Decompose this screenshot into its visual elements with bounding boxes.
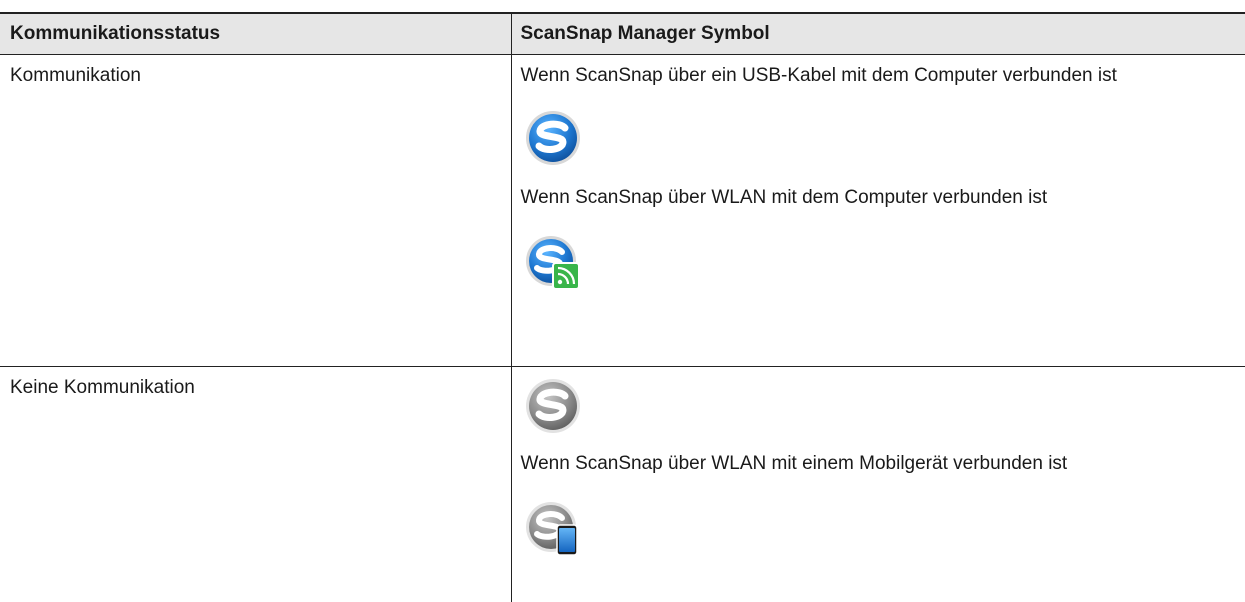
status-cell: Keine Kommunikation [0, 367, 511, 602]
table-row: Kommunikation Wenn ScanSnap über ein USB… [0, 55, 1245, 367]
table-header-row: Kommunikationsstatus ScanSnap Manager Sy… [0, 13, 1245, 55]
table-row: Keine Kommunikation [0, 367, 1245, 602]
status-label: Kommunikation [10, 64, 511, 88]
header-symbol: ScanSnap Manager Symbol [511, 13, 1245, 55]
scansnap-gray-mobile-icon [525, 501, 581, 557]
scansnap-gray-icon [525, 378, 581, 434]
symbol-table-container: Kommunikationsstatus ScanSnap Manager Sy… [0, 12, 1245, 602]
scansnap-blue-wifi-icon [525, 235, 581, 291]
symbol-cell: Wenn ScanSnap über ein USB-Kabel mit dem… [511, 55, 1245, 367]
entry-text: Wenn ScanSnap über ein USB-Kabel mit dem… [521, 64, 1236, 88]
status-label: Keine Kommunikation [10, 376, 511, 400]
symbol-cell: Wenn ScanSnap über WLAN mit einem Mobilg… [511, 367, 1245, 602]
status-symbol-table: Kommunikationsstatus ScanSnap Manager Sy… [0, 12, 1245, 602]
header-status: Kommunikationsstatus [0, 13, 511, 55]
status-cell: Kommunikation [0, 55, 511, 367]
entry-text: Wenn ScanSnap über WLAN mit einem Mobilg… [521, 452, 1245, 476]
entry-text: Wenn ScanSnap über WLAN mit dem Computer… [521, 186, 1245, 210]
scansnap-blue-icon [525, 110, 581, 166]
